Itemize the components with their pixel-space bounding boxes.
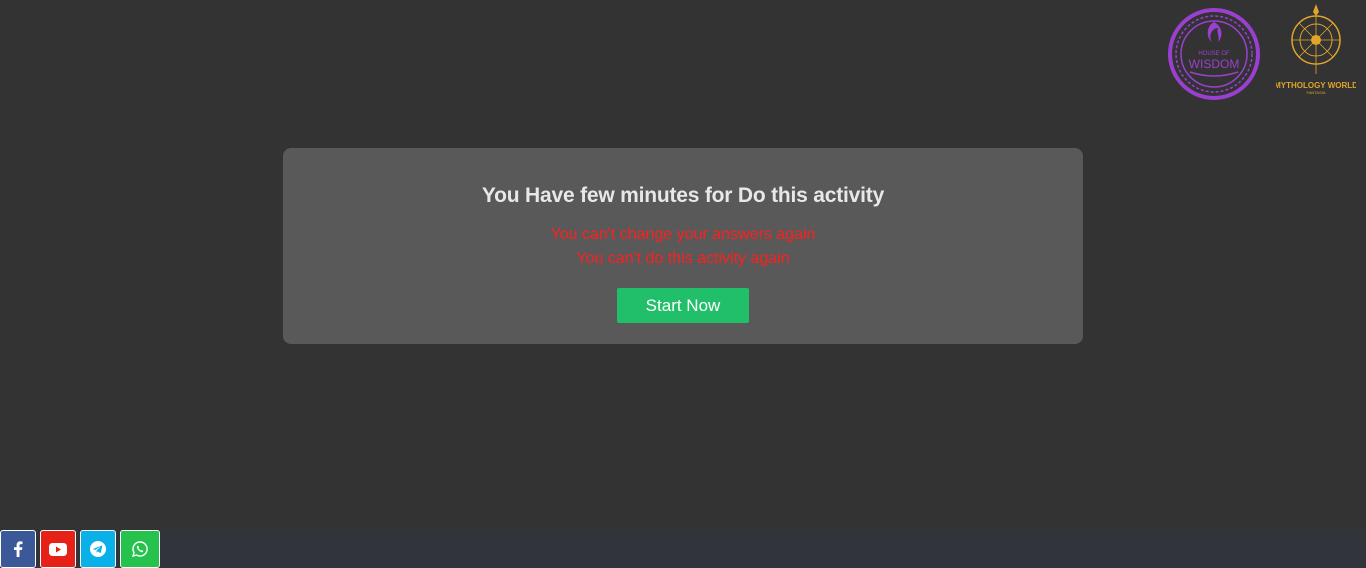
start-now-button[interactable]: Start Now: [617, 288, 749, 323]
warning-no-change: You can't change your answers again: [550, 226, 816, 243]
facebook-icon: [14, 541, 23, 557]
whatsapp-icon: [132, 541, 148, 557]
activity-start-card: You Have few minutes for Do this activit…: [283, 148, 1083, 344]
telegram-icon: [90, 541, 106, 557]
youtube-button[interactable]: [40, 530, 76, 568]
telegram-button[interactable]: [80, 530, 116, 568]
page: HOUSE OF WISDOM MYTHOLOGY WORLD FANTASIA…: [0, 0, 1366, 568]
mythology-world-logo[interactable]: MYTHOLOGY WORLD FANTASIA: [1276, 4, 1356, 96]
social-footer: [0, 530, 1366, 568]
mythology-logo-main-text: MYTHOLOGY WORLD: [1276, 81, 1356, 90]
mythology-logo-sub-text: FANTASIA: [1306, 90, 1325, 95]
wisdom-logo-main-text: WISDOM: [1189, 57, 1240, 71]
house-of-wisdom-logo[interactable]: HOUSE OF WISDOM: [1168, 8, 1260, 100]
warning-no-repeat: You can't do this activity again: [576, 250, 790, 267]
facebook-button[interactable]: [0, 530, 36, 568]
logos: HOUSE OF WISDOM MYTHOLOGY WORLD FANTASIA: [1168, 4, 1356, 100]
card-title: You Have few minutes for Do this activit…: [481, 184, 885, 207]
youtube-icon: [49, 542, 67, 556]
whatsapp-button[interactable]: [120, 530, 160, 568]
